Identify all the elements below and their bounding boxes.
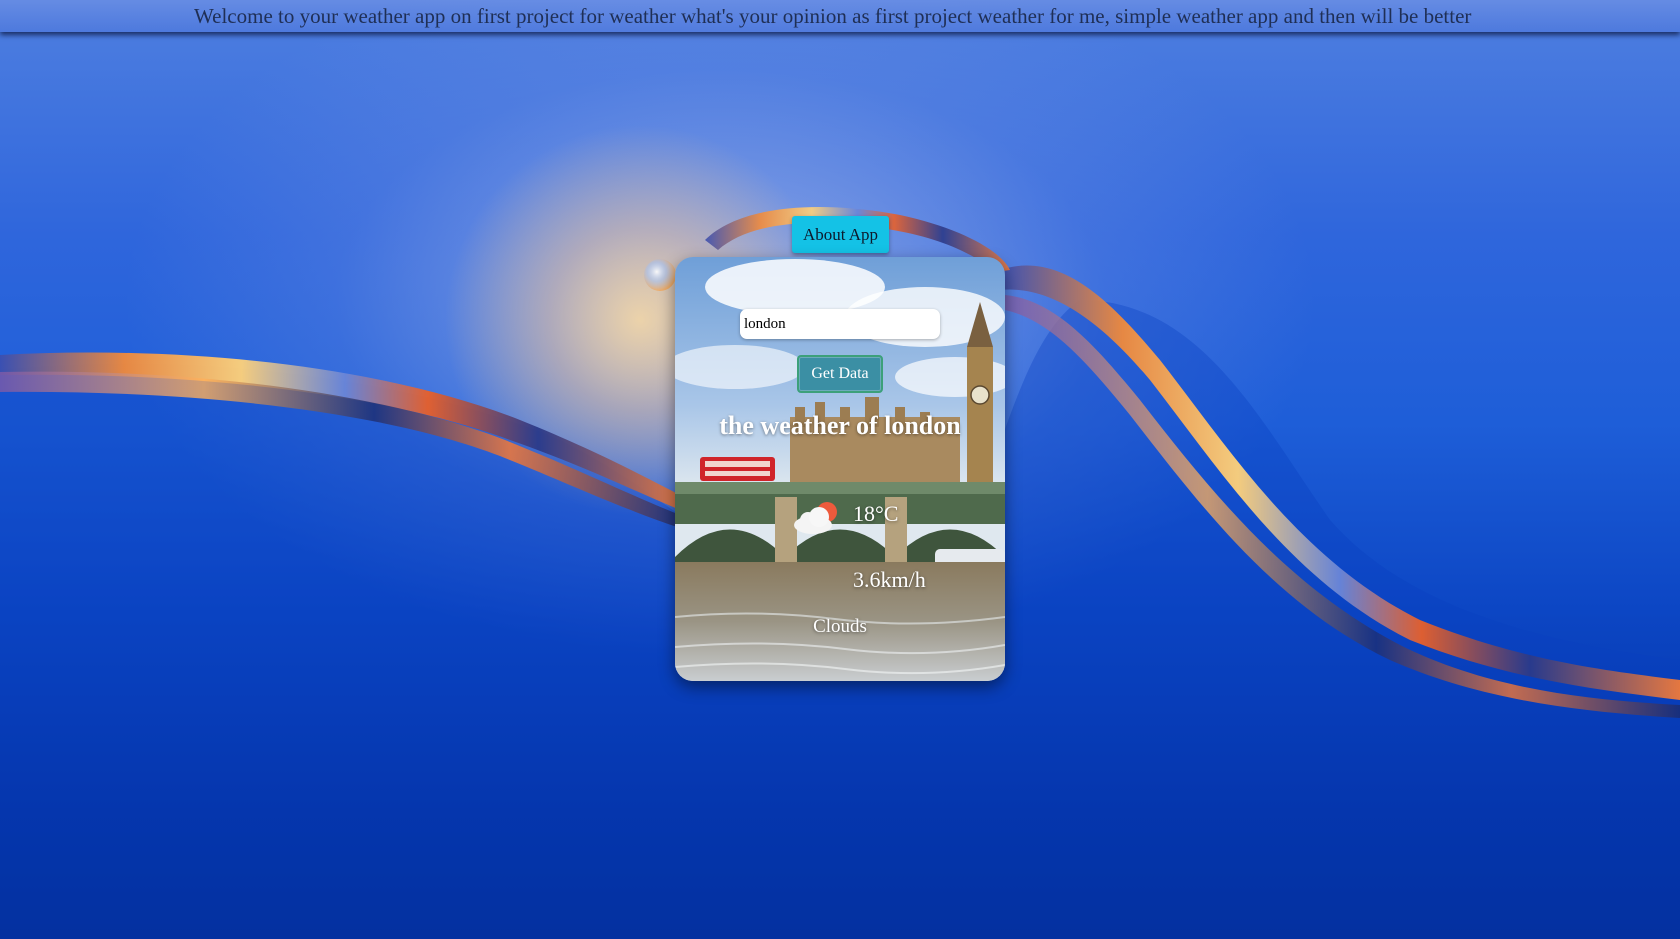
wind-speed-value: 3.6km/h	[853, 567, 926, 592]
get-data-button[interactable]: Get Data	[797, 355, 883, 393]
weather-condition: Clouds	[813, 616, 867, 637]
welcome-banner: Welcome to your weather app on first pro…	[0, 0, 1680, 32]
weather-title: the weather of london	[719, 411, 961, 440]
city-search-input[interactable]	[740, 309, 940, 339]
temperature-value: 18°C	[853, 501, 899, 526]
about-app-button[interactable]: About App	[792, 216, 889, 253]
weather-card: Get Data the weather of london 18°C 3.6k…	[675, 257, 1005, 681]
welcome-text: Welcome to your weather app on first pro…	[194, 4, 1472, 28]
cloud-sun-icon	[794, 502, 837, 534]
